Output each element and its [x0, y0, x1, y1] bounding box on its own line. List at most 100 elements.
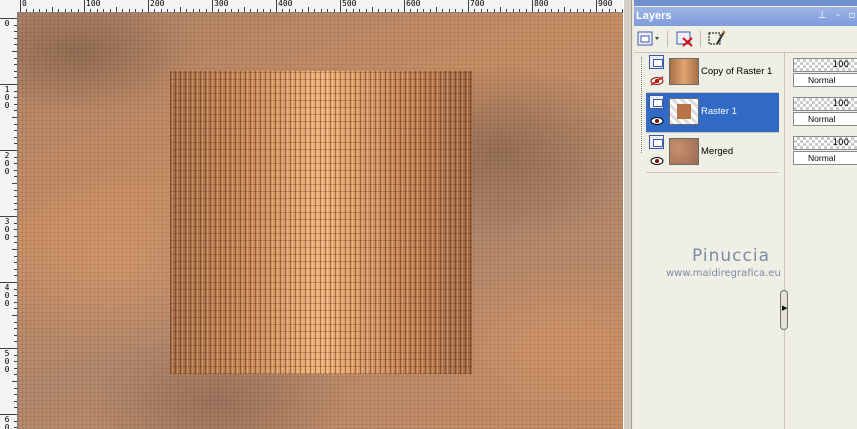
layer-row-raster-1[interactable]: Raster 1: [646, 93, 779, 133]
ruler-tick: [14, 374, 17, 376]
ruler-tick: [455, 9, 457, 12]
ruler-tick: [12, 381, 17, 382]
ruler-tick: [14, 77, 17, 79]
ruler-tick: [14, 301, 17, 303]
expand-arrow-icon: ▶: [782, 304, 788, 312]
ruler-tick: [14, 354, 17, 356]
edit-selection-button[interactable]: [707, 30, 727, 48]
blend-mode-value: Normal: [808, 153, 836, 163]
ruler-tick: [116, 7, 117, 12]
ruler-tick: [14, 90, 17, 92]
ruler-tick: [14, 222, 17, 224]
raster-layer-icon: [649, 95, 664, 109]
layers-title: Layers: [636, 10, 672, 22]
ruler-label: 0: [22, 0, 27, 8]
ruler-tick: [583, 9, 585, 12]
new-raster-layer-icon: [637, 31, 659, 46]
watermark-name: Pinuccia: [692, 246, 770, 266]
eye-icon[interactable]: [650, 116, 664, 126]
ruler-tick: [64, 9, 66, 12]
ruler-tick: [442, 9, 444, 12]
delete-layer-button[interactable]: [675, 30, 695, 48]
new-layer-button[interactable]: [637, 30, 661, 48]
ruler-tick: [58, 9, 60, 12]
watermark-url: www.maidiregrafica.eu: [666, 268, 781, 279]
ruler-corner: [0, 0, 17, 12]
ruler-tick: [314, 9, 316, 12]
ruler-tick: [14, 255, 17, 257]
ruler-tick: [14, 387, 17, 389]
ruler-label: 600: [406, 0, 421, 8]
ruler-tick: [14, 196, 17, 198]
ruler-tick: [512, 9, 514, 12]
opacity-slider[interactable]: 100: [793, 136, 857, 150]
layers-titlebar[interactable]: Layers ⊥ - ▫: [634, 7, 857, 26]
hidden-eye-icon[interactable]: [650, 76, 664, 86]
blend-mode-select[interactable]: Normal: [793, 73, 857, 87]
ruler-tick: [173, 9, 175, 12]
ruler-tick: [14, 420, 17, 422]
ruler-tick: [122, 9, 124, 12]
ruler-tick: [372, 7, 373, 12]
ruler-tick: [570, 9, 572, 12]
ruler-tick: [378, 9, 380, 12]
ruler-tick: [14, 97, 17, 99]
blend-mode-select[interactable]: Normal: [793, 151, 857, 165]
ruler-tick: [461, 9, 463, 12]
ruler-tick: [14, 295, 17, 297]
opacity-value: 100: [832, 60, 849, 70]
ruler-tick: [14, 288, 17, 290]
layer-row-merged[interactable]: Merged: [646, 133, 779, 173]
restore-icon[interactable]: ▫: [847, 10, 857, 21]
ruler-tick: [493, 9, 495, 12]
ruler-tick: [308, 7, 309, 12]
ruler-tick: [14, 328, 17, 330]
ruler-tick: [84, 0, 85, 12]
ruler-label: 900: [598, 0, 613, 8]
layer-thumbnail: [669, 58, 699, 85]
ruler-label: 200: [4, 151, 10, 176]
ruler-tick: [14, 334, 17, 336]
ruler-tick: [14, 44, 17, 46]
group-tree-line: [641, 57, 643, 153]
ruler-tick: [14, 64, 17, 66]
panel-splitter-handle[interactable]: ▶: [780, 290, 788, 330]
blend-mode-select[interactable]: Normal: [793, 112, 857, 126]
pin-icon[interactable]: ⊥: [817, 10, 827, 21]
opacity-slider[interactable]: 100: [793, 58, 857, 72]
ruler-tick: [410, 9, 412, 12]
layer-name: Copy of Raster 1: [701, 66, 773, 77]
ruler-tick: [519, 9, 521, 12]
ruler-tick: [154, 9, 156, 12]
ruler-tick: [26, 9, 28, 12]
image-canvas[interactable]: [18, 13, 623, 429]
ruler-tick: [538, 9, 540, 12]
layer-row-copy-of-raster-1[interactable]: Copy of Raster 1: [646, 53, 779, 93]
ruler-label: 500: [4, 349, 10, 374]
ruler-tick: [468, 0, 469, 12]
ruler-tick: [14, 321, 17, 323]
ruler-tick: [250, 9, 252, 12]
ruler-tick: [148, 0, 149, 12]
ruler-tick: [96, 9, 98, 12]
minimize-icon[interactable]: -: [833, 10, 843, 21]
opacity-slider[interactable]: 100: [793, 97, 857, 111]
layer-name: Raster 1: [701, 106, 737, 117]
ruler-tick: [263, 9, 265, 12]
horizontal-ruler[interactable]: 0 100 200 300 400 500 600 700 800 900: [0, 0, 623, 13]
ruler-tick: [474, 9, 476, 12]
raster-layer-icon: [649, 55, 664, 69]
ruler-tick: [333, 9, 335, 12]
ruler-tick: [269, 9, 271, 12]
ruler-tick: [141, 9, 143, 12]
ruler-label: 800: [534, 0, 549, 8]
ruler-tick: [199, 9, 201, 12]
ruler-tick: [14, 209, 17, 211]
ruler-tick: [14, 176, 17, 178]
ruler-label: 100: [4, 85, 10, 110]
previous-panel-titlebar[interactable]: [634, 0, 857, 6]
ruler-tick: [436, 7, 437, 12]
vertical-ruler[interactable]: 0 100 200 300 400 500 600: [0, 12, 18, 429]
ruler-tick: [487, 9, 489, 12]
eye-icon[interactable]: [650, 156, 664, 166]
